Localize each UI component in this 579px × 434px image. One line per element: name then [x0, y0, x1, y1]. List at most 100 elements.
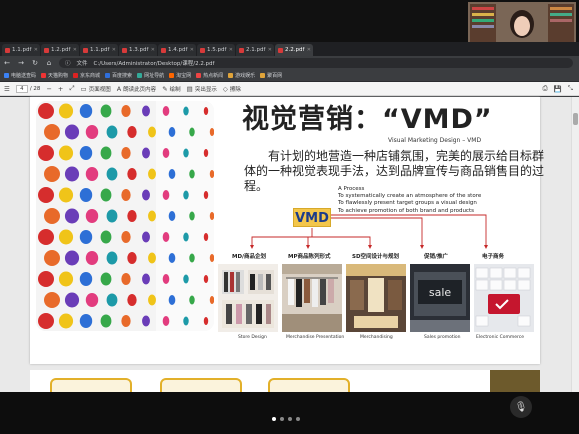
hole-dot — [121, 189, 131, 201]
fullscreen-button[interactable]: ⤡ — [568, 84, 573, 93]
hole-dot — [85, 209, 99, 223]
page-dot[interactable] — [288, 417, 292, 421]
hole-dot — [183, 148, 189, 158]
page-dot[interactable] — [280, 417, 284, 421]
page-dot[interactable] — [296, 417, 300, 421]
tab-6[interactable]: 1.5.pdf ✕ — [197, 44, 235, 56]
caption-electronic-commerce: Electronic Commerce — [476, 335, 525, 340]
print-button[interactable]: ⎙ — [543, 84, 548, 93]
tab-2[interactable]: 1.2.pdf ✕ — [41, 44, 79, 56]
fit-icon: ⤢ — [69, 84, 75, 92]
back-icon[interactable]: ← — [3, 59, 11, 67]
connector-to-ecommerce — [331, 214, 487, 247]
category-mp: MP商品陈列形式 — [288, 254, 331, 260]
mic-button[interactable]: 🎙 — [510, 396, 532, 418]
bookmarks-bar: 电脑送查码 天猫购物 京东商城 百度搜索 网址导航 淘宝网 热点新闻 游戏娱乐 … — [0, 70, 579, 82]
bookmark-item[interactable]: 天猫购物 — [41, 72, 68, 79]
zoom-in-button[interactable]: + — [58, 85, 63, 93]
refresh-icon[interactable]: ↻ — [31, 59, 39, 67]
hole-dot — [209, 296, 214, 304]
bookmark-item[interactable]: 热点新闻 — [196, 72, 223, 79]
tab-5[interactable]: 1.4.pdf ✕ — [158, 44, 196, 56]
hole-dot — [106, 125, 118, 139]
close-icon[interactable]: ✕ — [34, 47, 38, 53]
page-indicator: 4 / 28 — [15, 84, 40, 93]
slide-subtitle: Visual Marketing Design – VMD — [388, 137, 482, 144]
vertical-scrollbar[interactable] — [571, 97, 579, 392]
bookmark-item[interactable]: 百度搜索 — [105, 72, 132, 79]
hole-dot — [203, 275, 209, 283]
process-list: A Process To systematically create an at… — [338, 186, 481, 215]
close-icon[interactable]: ✕ — [73, 47, 77, 53]
bookmark-item[interactable]: 京东商城 — [73, 72, 100, 79]
hole-dot — [209, 254, 214, 262]
caption-sales-promotion: Sales promotion — [424, 335, 461, 340]
bookmark-icon — [260, 73, 266, 78]
pdf-viewer[interactable]: 视觉营销：“VMD” Visual Marketing Design – VMD… — [0, 97, 579, 392]
hole-dot — [64, 250, 80, 266]
read-aloud-button[interactable]: A 朗读此页内容 — [117, 85, 156, 93]
hole-dot — [38, 103, 54, 119]
hole-dot — [183, 232, 189, 242]
bookmark-item[interactable]: 网址导航 — [137, 72, 164, 79]
scrollbar-thumb[interactable] — [573, 113, 578, 125]
hole-dot — [168, 253, 176, 263]
bookmark-icon — [137, 73, 143, 78]
hole-dot — [189, 253, 195, 263]
store-design-image — [218, 264, 278, 332]
address-bar[interactable]: ⓘ 文件 C:/Users/Administrator/Desktop/课程/2… — [59, 58, 573, 68]
tab-7[interactable]: 2.1.pdf ✕ — [236, 44, 274, 56]
close-icon[interactable]: ✕ — [268, 47, 272, 53]
tab-label: 1.3.pdf — [129, 47, 149, 53]
tab-8-active[interactable]: 2.2.pdf ✕ — [275, 44, 313, 56]
hole-dot — [189, 295, 195, 305]
hole-dot — [127, 252, 137, 264]
highlight-button[interactable]: ▤ 突出显示 — [187, 85, 217, 93]
hole-dot — [183, 106, 189, 116]
eraser-icon: ◇ — [222, 84, 228, 93]
close-icon[interactable]: ✕ — [307, 47, 311, 53]
bookmark-icon — [73, 73, 79, 78]
bookmark-item[interactable]: 电脑送查码 — [4, 72, 36, 79]
hole-dot — [142, 147, 150, 159]
hole-dot — [127, 126, 137, 138]
bookmark-item[interactable]: 游戏娱乐 — [228, 72, 255, 79]
page-dot-active[interactable] — [272, 417, 276, 421]
hole-dot — [38, 313, 54, 329]
zoom-out-button[interactable]: − — [46, 85, 51, 93]
tab-4[interactable]: 1.3.pdf ✕ — [119, 44, 157, 56]
file-info-icon: ⓘ — [65, 61, 71, 67]
close-icon[interactable]: ✕ — [151, 47, 155, 53]
caption-merchandise-presentation: Merchandise Presentation — [286, 335, 345, 340]
tab-3[interactable]: 1.1.pdf ✕ — [80, 44, 118, 56]
page-view-button[interactable]: ▭ 页面视图 — [81, 85, 111, 93]
hole-dot — [100, 188, 112, 202]
hole-dot — [189, 127, 195, 137]
hole-dot — [127, 210, 137, 222]
home-icon[interactable]: ⌂ — [45, 59, 53, 67]
forward-icon[interactable]: → — [17, 59, 25, 67]
close-icon[interactable]: ✕ — [229, 47, 233, 53]
bookmark-item[interactable]: 淘宝网 — [169, 72, 191, 79]
pdf-icon — [122, 47, 127, 53]
contents-button[interactable]: ☰ — [4, 85, 10, 93]
hole-dot — [148, 168, 156, 180]
erase-button[interactable]: ◇ 擦除 — [223, 85, 241, 93]
page-number-input[interactable]: 4 — [15, 84, 28, 93]
category-ecommerce: 电子商务 — [482, 254, 505, 260]
tab-label: 1.2.pdf — [51, 47, 71, 53]
bookmark-item[interactable]: 聚百网 — [260, 72, 282, 79]
save-button[interactable]: 💾 — [554, 85, 562, 93]
tab-label: 2.2.pdf — [285, 47, 305, 53]
bookmark-icon — [169, 73, 175, 78]
close-icon[interactable]: ✕ — [190, 47, 194, 53]
hole-dot — [127, 168, 137, 180]
close-icon[interactable]: ✕ — [112, 47, 116, 53]
pdf-icon — [5, 47, 10, 53]
draw-button[interactable]: ✎ 绘制 — [162, 85, 180, 93]
hole-dot — [38, 187, 54, 203]
tab-1[interactable]: 1.1.pdf ✕ — [2, 44, 40, 56]
hole-dot — [64, 124, 80, 140]
fit-page-button[interactable]: ⤢ — [69, 84, 74, 93]
hole-dot — [209, 212, 214, 220]
